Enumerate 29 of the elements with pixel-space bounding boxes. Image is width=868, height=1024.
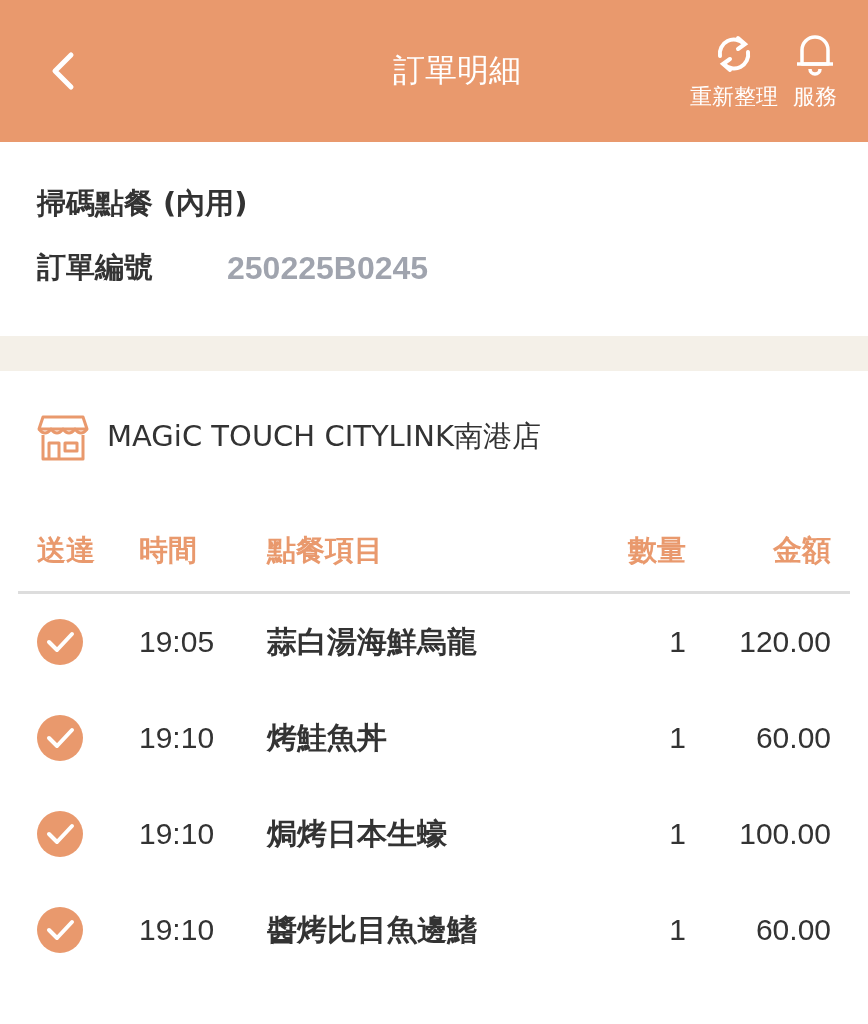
item-quantity: 1 bbox=[669, 817, 686, 851]
order-type: 掃碼點餐 (內用) bbox=[37, 185, 248, 222]
item-quantity: 1 bbox=[669, 625, 686, 659]
item-amount: 60.00 bbox=[755, 721, 831, 755]
column-header: 點餐項目 bbox=[267, 532, 383, 569]
item-amount: 60.00 bbox=[755, 913, 831, 947]
order-number-label: 訂單編號 bbox=[37, 249, 153, 286]
item-amount: 120.00 bbox=[739, 625, 831, 659]
item-name: 醬烤比目魚邊鰭 bbox=[267, 910, 477, 949]
item-quantity: 1 bbox=[669, 913, 686, 947]
order-time: 19:05 bbox=[139, 625, 215, 659]
item-name: 蒜白湯海鮮烏龍 bbox=[267, 622, 477, 661]
item-quantity: 1 bbox=[669, 721, 686, 755]
order-time: 19:10 bbox=[139, 913, 215, 947]
service-button[interactable]: 服務 bbox=[792, 30, 838, 112]
store-icon bbox=[37, 413, 89, 461]
refresh-button[interactable]: 重新整理 bbox=[690, 32, 778, 112]
item-name: 烤鮭魚丼 bbox=[267, 718, 387, 757]
order-time: 19:10 bbox=[139, 817, 215, 851]
store-name: MAGiC TOUCH CITYLINK南港店 bbox=[107, 418, 542, 455]
page-title: 訂單明細 bbox=[392, 50, 521, 91]
column-header: 送達 bbox=[37, 532, 95, 569]
column-header: 數量 bbox=[628, 532, 686, 569]
column-header: 時間 bbox=[139, 532, 197, 569]
column-header: 金額 bbox=[773, 532, 831, 569]
item-name: 焗烤日本生蠔 bbox=[267, 814, 447, 853]
order-time: 19:10 bbox=[139, 721, 215, 755]
order-number: 250225B0245 bbox=[227, 249, 429, 287]
item-amount: 100.00 bbox=[739, 817, 831, 851]
